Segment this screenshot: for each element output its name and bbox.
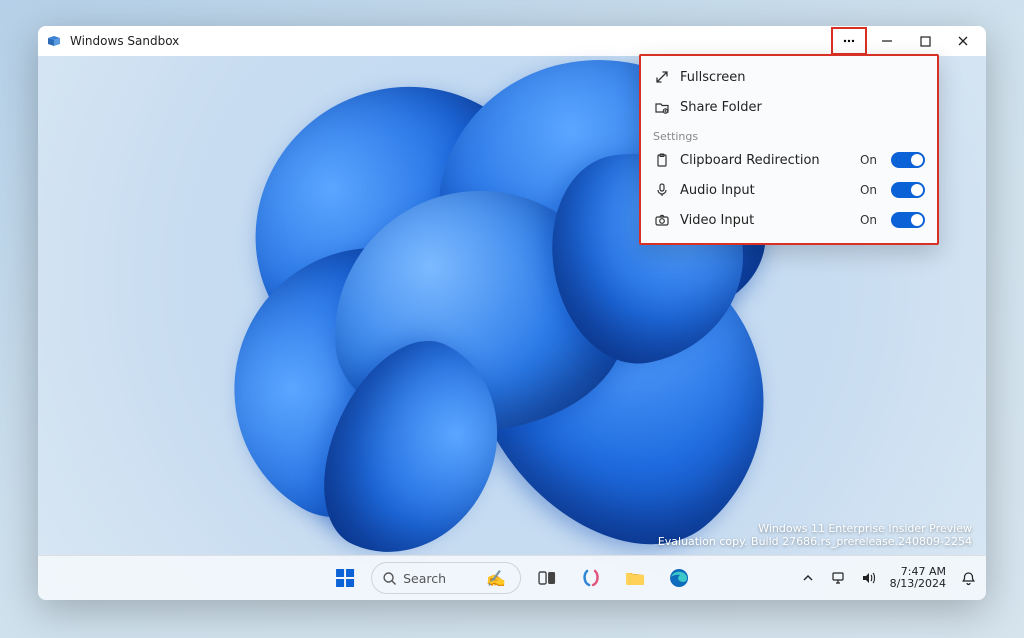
watermark-line: Evaluation copy. Build 27686.rs_prerelea… [658,535,972,548]
setting-label: Audio Input [680,183,850,198]
start-button[interactable] [327,560,363,596]
close-icon [957,35,969,47]
microphone-icon [653,182,670,199]
edge-icon [668,567,690,589]
titlebar: Windows Sandbox [38,26,986,56]
minimize-icon [881,35,893,47]
clock-date: 8/13/2024 [890,578,946,590]
window-title: Windows Sandbox [70,34,179,48]
search-icon [382,571,397,586]
maximize-button[interactable] [906,26,944,56]
tray-volume[interactable] [856,560,880,596]
menu-item-label: Fullscreen [680,70,925,85]
camera-icon [653,212,670,229]
menu-section-header: Settings [645,122,933,145]
setting-label: Video Input [680,213,850,228]
setting-audio-input[interactable]: Audio Input On [645,175,933,205]
menu-item-label: Share Folder [680,100,925,115]
chevron-up-icon [802,572,814,584]
setting-state: On [860,183,877,197]
app-icon [46,33,62,49]
taskbar: Search ✍️ [38,555,986,600]
tray-chevron[interactable] [796,560,820,596]
copilot-button[interactable] [573,560,609,596]
task-view-icon [537,568,557,588]
close-button[interactable] [944,26,982,56]
search-placeholder: Search [403,571,446,586]
menu-item-share-folder[interactable]: Share Folder [645,92,933,122]
toggle-switch[interactable] [891,212,925,228]
maximize-icon [920,36,931,47]
menu-item-fullscreen[interactable]: Fullscreen [645,62,933,92]
setting-video-input[interactable]: Video Input On [645,205,933,235]
file-explorer-button[interactable] [617,560,653,596]
more-button[interactable] [830,26,868,56]
taskbar-clock[interactable]: 7:47 AM 8/13/2024 [886,566,950,590]
toggle-switch[interactable] [891,152,925,168]
fullscreen-icon [653,69,670,86]
ellipsis-icon [842,34,856,48]
watermark: Windows 11 Enterprise Insider Preview Ev… [658,522,972,548]
system-tray: 7:47 AM 8/13/2024 [796,560,980,596]
bell-icon [961,571,976,586]
setting-clipboard-redirection[interactable]: Clipboard Redirection On [645,145,933,175]
network-icon [830,570,846,586]
copilot-icon [581,568,601,588]
setting-state: On [860,153,877,167]
setting-label: Clipboard Redirection [680,153,850,168]
setting-state: On [860,213,877,227]
windows-logo-icon [334,567,356,589]
minimize-button[interactable] [868,26,906,56]
clipboard-icon [653,152,670,169]
edge-button[interactable] [661,560,697,596]
notifications-button[interactable] [956,560,980,596]
folder-icon [624,567,646,589]
more-menu: Fullscreen Share Folder Settings Clipboa… [639,54,939,245]
search-highlight-icon: ✍️ [486,569,506,588]
volume-icon [860,570,876,586]
watermark-line: Windows 11 Enterprise Insider Preview [658,522,972,535]
taskbar-search[interactable]: Search ✍️ [371,562,521,594]
toggle-switch[interactable] [891,182,925,198]
tray-network[interactable] [826,560,850,596]
share-folder-icon [653,99,670,116]
task-view-button[interactable] [529,560,565,596]
sandbox-window: Windows Sandbox [38,26,986,600]
